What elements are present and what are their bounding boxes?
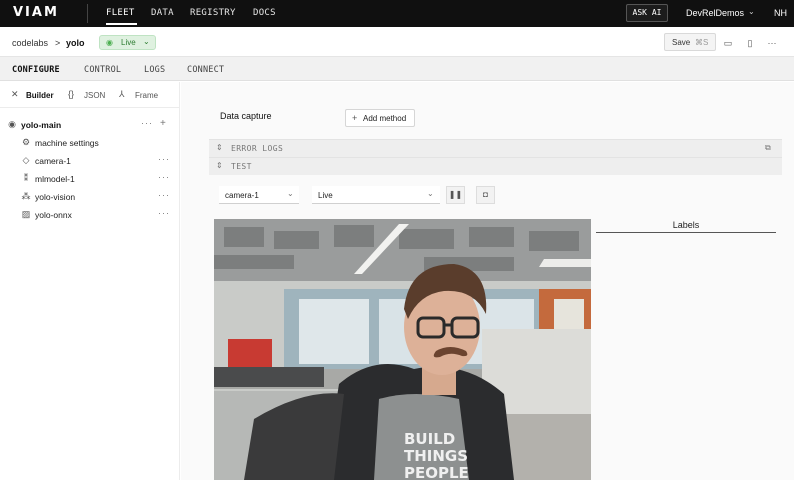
breadcrumb-location[interactable]: codelabs [12,38,48,48]
chevron-down-icon: ⌄ [427,189,434,198]
top-nav: VIAM FLEET DATA REGISTRY DOCS ASK AI Dev… [0,0,794,27]
user-avatar[interactable]: NH [774,8,787,18]
nav-link-data[interactable]: DATA [151,8,174,18]
test-section[interactable]: ⇕ TEST [209,157,782,175]
view-mode-toggle: ✕ Builder {} JSON ⅄ Frame [0,82,180,108]
tree-item-mlmodel-1[interactable]: ⁑ mlmodel-1 ··· [0,171,180,188]
tree-item-yolo-vision[interactable]: ⁂ yolo-vision ··· [0,189,180,206]
tree-item-label: yolo-onnx [35,210,72,220]
tree-item-yolo-onnx[interactable]: ▨ yolo-onnx ··· [0,207,180,224]
labels-panel: Labels [596,216,776,480]
breadcrumb-separator: > [55,38,61,48]
save-button[interactable]: Save ⌘S [664,33,716,51]
pause-button[interactable]: ❚❚ [446,186,465,204]
nav-divider [87,4,88,23]
vision-icon: ⁂ [21,191,31,201]
more-icon[interactable]: ··· [158,172,170,182]
stream-mode-value: Live [318,191,333,200]
tabs-bar: CONFIGURE CONTROL LOGS CONNECT [0,57,794,81]
mode-json[interactable]: JSON [84,91,105,100]
save-label: Save [672,38,691,47]
robot-icon: ◉ [8,119,16,129]
tree-root-row[interactable]: ◉ yolo-main ··· + [0,117,180,134]
tab-configure[interactable]: CONFIGURE [12,65,60,75]
svg-text:BUILD: BUILD [404,430,455,448]
section-label: ERROR LOGS [231,144,284,153]
tree-root-label: yolo-main [21,120,62,130]
breadcrumb-machine[interactable]: yolo [66,38,85,48]
tree-item-machine-settings[interactable]: ⚙ machine settings [0,135,180,152]
stream-mode-select[interactable]: Live ⌄ [312,186,440,204]
nav-link-docs[interactable]: DOCS [253,8,276,18]
tree-item-label: mlmodel-1 [35,174,75,184]
plus-icon: + [352,113,358,123]
tab-connect[interactable]: CONNECT [187,65,224,75]
tree-item-label: machine settings [35,138,99,148]
chevron-down-icon: ⌄ [143,37,150,46]
camera-frame-image: BUILD THINGS PEOPLE [214,219,591,480]
add-method-label: Add method [363,114,407,123]
nav-link-registry[interactable]: REGISTRY [190,8,236,18]
org-selector[interactable]: DevRelDemos [686,8,744,18]
robot-status-icon: ◉ [106,38,113,47]
labels-divider [596,232,776,233]
breadcrumb-bar: codelabs > yolo ◉ Live ⌄ Save ⌘S ▭ ▯ ··· [0,27,794,57]
viam-logo[interactable]: VIAM [13,5,59,20]
svg-text:THINGS: THINGS [404,447,468,465]
main-panel: Data capture + Add method ⇕ ERROR LOGS ⧉… [181,82,794,480]
machine-status-pill[interactable]: ◉ Live ⌄ [99,35,156,50]
comment-icon[interactable]: ▭ [722,37,734,49]
tab-control[interactable]: CONTROL [84,65,121,75]
diamond-icon: ◇ [22,155,30,165]
status-label: Live [121,38,136,47]
chevron-down-icon: ⌄ [287,189,294,198]
more-icon[interactable]: ··· [158,154,170,164]
external-link-icon[interactable]: ⧉ [765,143,771,153]
camera-select[interactable]: camera-1 ⌄ [219,186,299,204]
tree-item-camera-1[interactable]: ◇ camera-1 ··· [0,153,180,170]
tab-logs[interactable]: LOGS [144,65,165,75]
expand-icon: ⇕ [216,161,223,170]
more-icon[interactable]: ··· [158,208,170,218]
gear-icon: ⚙ [21,137,31,147]
json-icon: {} [68,89,75,99]
add-icon[interactable]: + [160,118,166,129]
camera-feed: BUILD THINGS PEOPLE [214,219,591,480]
more-options-icon[interactable]: ··· [766,37,778,49]
more-icon[interactable]: ··· [141,118,153,128]
data-capture-title: Data capture [220,111,272,121]
nav-link-fleet[interactable]: FLEET [106,8,135,18]
model-icon: ⁑ [23,173,29,183]
mode-builder[interactable]: Builder [26,91,54,100]
section-label: TEST [231,162,252,171]
frame-icon: ⅄ [119,89,125,99]
add-method-button[interactable]: + Add method [345,109,415,127]
save-shortcut: ⌘S [695,38,709,47]
svg-text:PEOPLE: PEOPLE [404,464,469,480]
error-logs-section[interactable]: ⇕ ERROR LOGS ⧉ [209,139,782,157]
expand-icon: ⇕ [216,143,223,152]
tree-item-label: yolo-vision [35,192,76,202]
builder-icon: ✕ [11,89,19,99]
chevron-down-icon[interactable]: ⌄ [748,7,755,16]
tree-item-label: camera-1 [35,156,71,166]
labels-title: Labels [672,220,700,230]
camera-select-value: camera-1 [225,191,259,200]
sidebar: ✕ Builder {} JSON ⅄ Frame ◉ yolo-main ··… [0,82,180,480]
more-icon[interactable]: ··· [158,190,170,200]
image-icon: ▨ [21,209,31,219]
camera-snapshot-icon[interactable]: ◘ [476,186,495,204]
mode-frame[interactable]: Frame [135,91,158,100]
ask-ai-button[interactable]: ASK AI [626,4,668,22]
document-icon[interactable]: ▯ [744,37,756,49]
nav-active-underline [106,23,137,25]
